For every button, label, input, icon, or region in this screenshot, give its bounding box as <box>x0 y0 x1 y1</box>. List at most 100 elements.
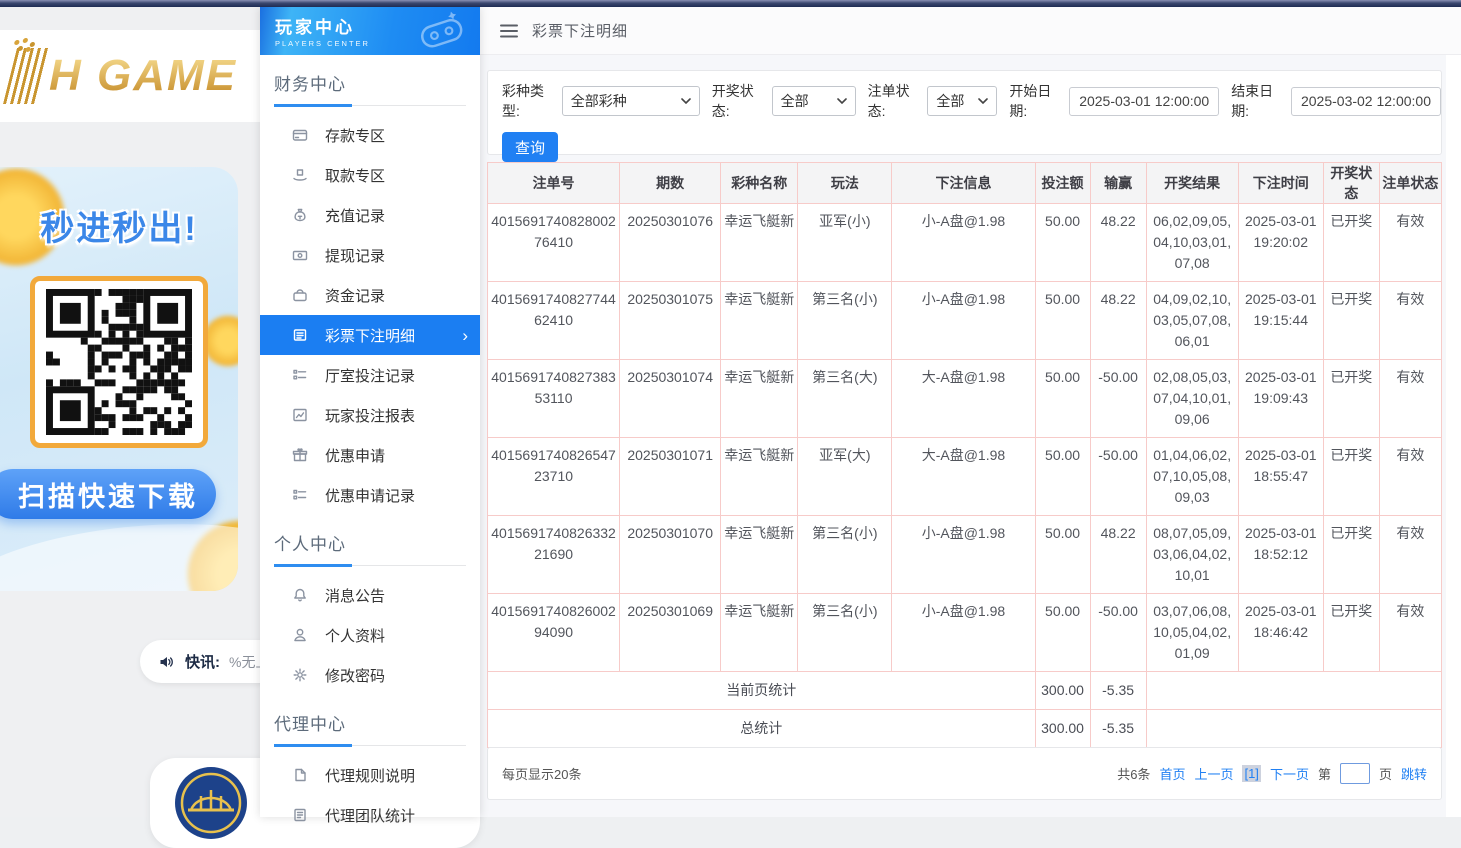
sidebar-item-moneybag[interactable]: 充值记录 <box>260 195 480 235</box>
table-cell: 第三名(大) <box>798 360 892 438</box>
sidebar-item-report[interactable]: 代理团队统计 <box>260 795 480 835</box>
scrollbar-track[interactable] <box>1446 55 1461 817</box>
sidebar-section-title: 财务中心 <box>260 55 480 95</box>
draw-status-label: 开奖状态: <box>712 81 766 121</box>
draw-status-select[interactable]: 全部 <box>772 86 856 116</box>
sidebar-item-label: 优惠申请记录 <box>325 485 415 506</box>
table-cell: 20250301075 <box>620 282 721 360</box>
table-cell: 第三名(小) <box>798 516 892 594</box>
sidebar-item-chart[interactable]: 玩家投注报表 <box>260 395 480 435</box>
speaker-icon <box>158 654 176 670</box>
sidebar-item-withdraw-hand[interactable]: 取款专区 <box>260 155 480 195</box>
table-row[interactable]: 40156917408277446241020250301075幸运飞艇新第三名… <box>488 282 1442 360</box>
table-cell: 2025-03-01 18:52:12 <box>1238 516 1323 594</box>
banknote-icon <box>292 247 308 263</box>
sidebar-item-list-detail[interactable]: 彩票下注明细 › <box>260 315 480 355</box>
prev-page-link[interactable]: 上一页 <box>1194 764 1233 783</box>
sidebar-item-gift[interactable]: 优惠申请 <box>260 435 480 475</box>
chevron-down-icon <box>681 98 691 104</box>
person-icon <box>292 627 308 643</box>
table-cell: 06,02,09,05,04,10,03,01,07,08 <box>1146 204 1238 282</box>
table-row[interactable]: 40156917408263322169020250301070幸运飞艇新第三名… <box>488 516 1442 594</box>
table-cell: 401569174082774462410 <box>488 282 620 360</box>
sidebar-item-bell[interactable]: 消息公告 <box>260 575 480 615</box>
sidebar-item-list[interactable]: 厅室投注记录 <box>260 355 480 395</box>
jump-button[interactable]: 跳转 <box>1401 764 1427 783</box>
end-date-input[interactable] <box>1291 87 1441 116</box>
list-icon <box>292 367 308 383</box>
summary-bet-total: 300.00 <box>1035 710 1090 748</box>
summary-label: 总统计 <box>488 710 1036 748</box>
table-cell: 已开奖 <box>1323 204 1379 282</box>
table-cell: 50.00 <box>1035 204 1090 282</box>
pagination-bar: 每页显示20条 共6条 首页 上一页 [1] 下一页 第 页 跳转 <box>487 747 1442 800</box>
chart-icon <box>292 407 308 423</box>
start-date-label: 开始日期: <box>1009 81 1063 121</box>
gift-icon <box>292 447 308 463</box>
scan-download-button[interactable]: 扫描快速下载 <box>0 469 216 519</box>
search-button[interactable]: 查询 <box>502 132 558 162</box>
page-title: 彩票下注明细 <box>532 20 628 41</box>
start-date-input[interactable] <box>1069 87 1219 116</box>
table-cell: 有效 <box>1379 438 1441 516</box>
logo-stripes-icon <box>3 48 49 104</box>
column-header: 开奖状态 <box>1323 163 1379 204</box>
sidebar-item-list[interactable]: 优惠申请记录 <box>260 475 480 515</box>
sidebar-item-person[interactable]: 个人资料 <box>260 615 480 655</box>
table-cell: 亚军(小) <box>798 204 892 282</box>
qr-code-icon <box>46 289 192 435</box>
first-page-link[interactable]: 首页 <box>1159 764 1185 783</box>
team-logo-icon <box>174 766 248 840</box>
table-cell: 已开奖 <box>1323 516 1379 594</box>
section-underline <box>274 745 466 746</box>
table-cell: 第三名(小) <box>798 594 892 672</box>
table-row[interactable]: 40156917408260029409020250301069幸运飞艇新第三名… <box>488 594 1442 672</box>
sidebar-item-gear[interactable]: 修改密码 <box>260 655 480 695</box>
table-cell: 04,09,02,10,03,05,07,08,06,01 <box>1146 282 1238 360</box>
sidebar-menu: 财务中心存款专区取款专区充值记录提现记录资金记录彩票下注明细 › 厅室投注记录玩家投… <box>260 55 480 835</box>
table-cell: 第三名(小) <box>798 282 892 360</box>
next-page-link[interactable]: 下一页 <box>1270 764 1309 783</box>
bets-table: 注单号期数彩种名称玩法下注信息投注额输赢开奖结果下注时间开奖状态注单状态 401… <box>487 162 1442 748</box>
download-qr-code <box>30 276 208 448</box>
table-cell: 大-A盘@1.98 <box>892 438 1035 516</box>
table-cell: 20250301070 <box>620 516 721 594</box>
content-topbar: 彩票下注明细 <box>480 7 1461 55</box>
sidebar-item-label: 资金记录 <box>325 285 385 306</box>
table-cell: 08,07,05,09,03,06,04,02,10,01 <box>1146 516 1238 594</box>
sidebar-item-purse[interactable]: 资金记录 <box>260 275 480 315</box>
hh-game-logo: H GAME <box>10 48 237 104</box>
app-download-promo-card: 秒进秒出! 扫描快速下载 <box>0 167 238 591</box>
document-icon <box>292 767 308 783</box>
hamburger-menu-icon[interactable] <box>500 24 518 38</box>
table-cell: 50.00 <box>1035 360 1090 438</box>
table-cell: 有效 <box>1379 204 1441 282</box>
chevron-right-icon: › <box>462 327 468 344</box>
column-header: 输赢 <box>1090 163 1146 204</box>
table-row[interactable]: 40156917408273835311020250301074幸运飞艇新第三名… <box>488 360 1442 438</box>
table-cell: 50.00 <box>1035 594 1090 672</box>
section-underline <box>274 565 466 566</box>
table-row[interactable]: 40156917408265472371020250301071幸运飞艇新亚军(… <box>488 438 1442 516</box>
table-cell: 有效 <box>1379 360 1441 438</box>
column-header: 下注信息 <box>892 163 1035 204</box>
sidebar-item-label: 彩票下注明细 <box>325 325 415 346</box>
summary-bet-total: 300.00 <box>1035 672 1090 710</box>
sidebar-item-banknote[interactable]: 提现记录 <box>260 235 480 275</box>
sidebar-item-label: 优惠申请 <box>325 445 385 466</box>
table-cell: 小-A盘@1.98 <box>892 204 1035 282</box>
column-header: 彩种名称 <box>721 163 798 204</box>
table-cell: 50.00 <box>1035 516 1090 594</box>
sidebar-item-deposit-card[interactable]: 存款专区 <box>260 115 480 155</box>
table-row[interactable]: 40156917408280027641020250301076幸运飞艇新亚军(… <box>488 204 1442 282</box>
sidebar-item-document[interactable]: 代理规则说明 <box>260 755 480 795</box>
lottery-type-select[interactable]: 全部彩种 <box>562 86 700 116</box>
table-cell: 有效 <box>1379 516 1441 594</box>
jump-page-input[interactable] <box>1340 763 1370 784</box>
order-status-select[interactable]: 全部 <box>927 86 997 116</box>
table-cell: 48.22 <box>1090 282 1146 360</box>
table-cell: 03,07,06,08,10,05,04,02,01,09 <box>1146 594 1238 672</box>
chevron-down-icon <box>837 98 847 104</box>
site-background: H GAME 秒进秒出! 扫描快速下载 快讯: %无上 N <box>0 7 260 817</box>
table-cell: 50.00 <box>1035 282 1090 360</box>
